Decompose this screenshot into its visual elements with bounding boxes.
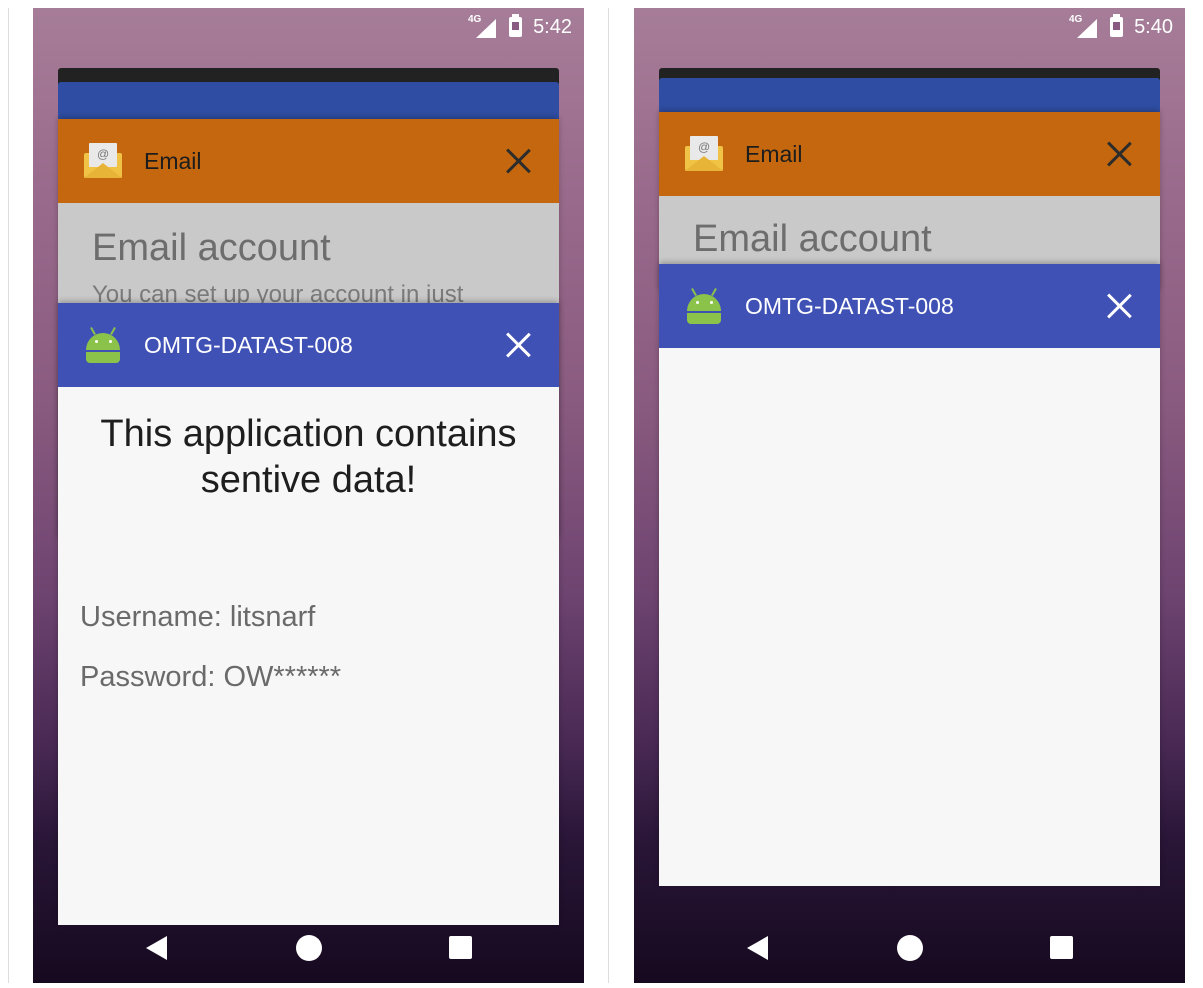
- android-icon: [84, 327, 122, 363]
- battery-icon: [509, 14, 522, 37]
- card-header: OMTG-DATAST-008: [659, 264, 1160, 348]
- recent-card-omtg[interactable]: OMTG-DATAST-008: [659, 264, 1160, 886]
- email-heading: Email account: [92, 227, 331, 269]
- middle-divider: [608, 8, 609, 983]
- card-title: Email: [144, 148, 202, 174]
- close-icon[interactable]: [1106, 292, 1134, 320]
- card-title: OMTG-DATAST-008: [144, 332, 353, 358]
- username-text: Username: litsnarf: [80, 601, 316, 633]
- card-header: @ Email: [58, 119, 559, 203]
- back-icon[interactable]: [146, 936, 167, 960]
- card-title: OMTG-DATAST-008: [745, 293, 954, 319]
- close-icon[interactable]: [505, 147, 533, 175]
- navigation-bar: [33, 908, 584, 983]
- card-header: @ Email: [659, 112, 1160, 196]
- back-icon[interactable]: [747, 936, 768, 960]
- app-content: This application contains sentive data! …: [58, 387, 559, 925]
- email-app-icon: @: [84, 143, 122, 179]
- recent-card-omtg[interactable]: OMTG-DATAST-008 This application contain…: [58, 303, 559, 925]
- clock: 5:42: [533, 16, 572, 38]
- home-icon[interactable]: [897, 935, 923, 961]
- app-content-blank: [659, 348, 1160, 886]
- clock: 5:40: [1134, 16, 1173, 38]
- card-header: OMTG-DATAST-008: [58, 303, 559, 387]
- signal-icon: 4G: [468, 14, 496, 38]
- close-icon[interactable]: [505, 331, 533, 359]
- card-title: Email: [745, 141, 803, 167]
- password-text: Password: OW******: [80, 661, 342, 693]
- status-bar: 4G 5:40: [634, 8, 1185, 46]
- android-icon: [685, 288, 723, 324]
- recents-icon[interactable]: [1050, 936, 1073, 959]
- phone-screen-right: 4G 5:40 @ Email Email account OMTG-DATAS…: [634, 8, 1185, 983]
- navigation-bar: [634, 908, 1185, 983]
- status-bar: 4G 5:42: [33, 8, 584, 46]
- home-icon[interactable]: [296, 935, 322, 961]
- warning-headline: This application contains sentive data!: [100, 413, 517, 501]
- close-icon[interactable]: [1106, 140, 1134, 168]
- battery-icon: [1110, 14, 1123, 37]
- email-heading: Email account: [693, 218, 932, 260]
- recents-icon[interactable]: [449, 936, 472, 959]
- phone-screen-left: 4G 5:42 @ Email Email account You can se…: [33, 8, 584, 983]
- left-divider: [8, 8, 9, 983]
- signal-icon: 4G: [1069, 14, 1097, 38]
- email-app-icon: @: [685, 136, 723, 172]
